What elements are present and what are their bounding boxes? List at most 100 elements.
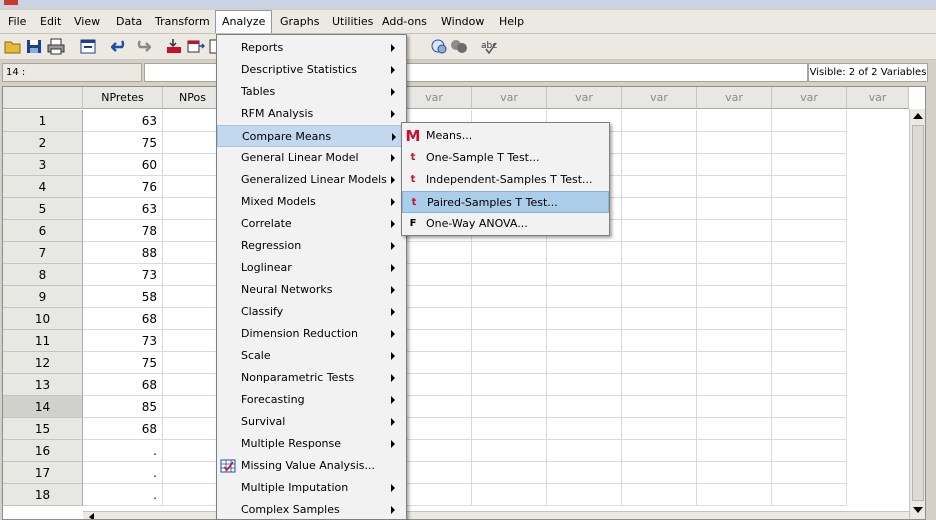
row-header[interactable]: 15 bbox=[3, 418, 83, 440]
column-header[interactable]: var bbox=[772, 87, 847, 109]
menu-item-generalized-linear-models[interactable]: Generalized Linear Models bbox=[217, 169, 406, 191]
table-cell[interactable] bbox=[622, 352, 697, 374]
table-cell[interactable]: 85 bbox=[83, 396, 163, 418]
table-cell[interactable]: 63 bbox=[83, 110, 163, 132]
table-cell[interactable] bbox=[397, 418, 472, 440]
table-cell[interactable] bbox=[697, 286, 772, 308]
save-icon[interactable] bbox=[25, 38, 43, 55]
table-cell[interactable]: 73 bbox=[83, 264, 163, 286]
table-cell[interactable] bbox=[622, 462, 697, 484]
table-cell[interactable]: 60 bbox=[83, 154, 163, 176]
menu-window[interactable]: Window bbox=[435, 10, 490, 33]
table-cell[interactable] bbox=[622, 198, 697, 220]
table-cell[interactable] bbox=[472, 374, 547, 396]
table-cell[interactable] bbox=[697, 110, 772, 132]
menu-item-dimension-reduction[interactable]: Dimension Reduction bbox=[217, 323, 406, 345]
table-cell[interactable] bbox=[397, 374, 472, 396]
table-cell[interactable] bbox=[697, 484, 772, 506]
table-cell[interactable] bbox=[622, 132, 697, 154]
table-cell[interactable] bbox=[697, 220, 772, 242]
scroll-left-icon[interactable] bbox=[89, 513, 94, 519]
menu-utilities[interactable]: Utilities bbox=[326, 10, 379, 33]
menu-item-general-linear-model[interactable]: General Linear Model bbox=[217, 147, 406, 169]
table-cell[interactable] bbox=[472, 242, 547, 264]
row-header[interactable]: 8 bbox=[3, 264, 83, 286]
row-header[interactable]: 13 bbox=[3, 374, 83, 396]
scroll-up-icon[interactable] bbox=[913, 113, 923, 119]
use-sets-icon[interactable] bbox=[450, 38, 468, 55]
table-cell[interactable]: . bbox=[83, 462, 163, 484]
undo-icon[interactable] bbox=[111, 38, 129, 55]
menu-item-multiple-imputation[interactable]: Multiple Imputation bbox=[217, 477, 406, 499]
table-cell[interactable]: 73 bbox=[83, 330, 163, 352]
table-cell[interactable] bbox=[472, 308, 547, 330]
table-cell[interactable] bbox=[397, 242, 472, 264]
table-cell[interactable] bbox=[472, 418, 547, 440]
table-cell[interactable]: 88 bbox=[83, 242, 163, 264]
menu-transform[interactable]: Transform bbox=[149, 10, 216, 33]
table-cell[interactable] bbox=[547, 462, 622, 484]
table-cell[interactable] bbox=[472, 352, 547, 374]
table-cell[interactable] bbox=[547, 308, 622, 330]
table-cell[interactable] bbox=[772, 110, 847, 132]
table-cell[interactable] bbox=[772, 374, 847, 396]
column-header[interactable]: var bbox=[397, 87, 472, 109]
table-cell[interactable] bbox=[472, 396, 547, 418]
submenu-item-paired-samples-t-test[interactable]: t Paired-Samples T Test... bbox=[402, 191, 609, 213]
table-cell[interactable] bbox=[397, 330, 472, 352]
table-cell[interactable] bbox=[622, 418, 697, 440]
menu-item-descriptive-statistics[interactable]: Descriptive Statistics bbox=[217, 59, 406, 81]
dialog-recall-icon[interactable] bbox=[79, 38, 97, 55]
table-cell[interactable] bbox=[622, 264, 697, 286]
table-cell[interactable] bbox=[397, 440, 472, 462]
table-cell[interactable] bbox=[547, 484, 622, 506]
menu-edit[interactable]: Edit bbox=[34, 10, 67, 33]
table-cell[interactable] bbox=[697, 308, 772, 330]
table-cell[interactable] bbox=[772, 176, 847, 198]
row-header[interactable]: 5 bbox=[3, 198, 83, 220]
menu-item-scale[interactable]: Scale bbox=[217, 345, 406, 367]
column-header[interactable]: NPretes bbox=[83, 87, 163, 109]
table-cell[interactable] bbox=[772, 242, 847, 264]
row-header[interactable]: 9 bbox=[3, 286, 83, 308]
menu-data[interactable]: Data bbox=[110, 10, 148, 33]
table-cell[interactable] bbox=[772, 132, 847, 154]
table-cell[interactable] bbox=[772, 440, 847, 462]
scroll-thumb[interactable] bbox=[912, 125, 924, 501]
table-cell[interactable] bbox=[397, 352, 472, 374]
table-cell[interactable] bbox=[772, 264, 847, 286]
row-header[interactable]: 12 bbox=[3, 352, 83, 374]
table-cell[interactable]: 63 bbox=[83, 198, 163, 220]
row-header[interactable]: 14 bbox=[3, 396, 83, 418]
table-cell[interactable] bbox=[397, 462, 472, 484]
table-cell[interactable] bbox=[547, 418, 622, 440]
column-header[interactable]: var bbox=[697, 87, 772, 109]
column-header[interactable]: var bbox=[622, 87, 697, 109]
table-cell[interactable] bbox=[397, 264, 472, 286]
table-cell[interactable] bbox=[622, 176, 697, 198]
table-cell[interactable] bbox=[697, 396, 772, 418]
menu-item-neural-networks[interactable]: Neural Networks bbox=[217, 279, 406, 301]
table-cell[interactable] bbox=[697, 132, 772, 154]
table-cell[interactable] bbox=[622, 110, 697, 132]
menu-item-compare-means[interactable]: Compare Means bbox=[217, 125, 406, 147]
table-cell[interactable] bbox=[622, 308, 697, 330]
table-cell[interactable] bbox=[772, 462, 847, 484]
table-cell[interactable] bbox=[472, 264, 547, 286]
menu-add-ons[interactable]: Add-ons bbox=[376, 10, 433, 33]
table-cell[interactable] bbox=[772, 308, 847, 330]
table-cell[interactable] bbox=[697, 176, 772, 198]
table-cell[interactable]: 76 bbox=[83, 176, 163, 198]
table-cell[interactable] bbox=[772, 330, 847, 352]
horizontal-scrollbar[interactable] bbox=[83, 511, 909, 519]
table-cell[interactable] bbox=[622, 484, 697, 506]
table-cell[interactable] bbox=[772, 198, 847, 220]
submenu-item-one-sample-t-test[interactable]: t One-Sample T Test... bbox=[402, 147, 609, 169]
submenu-item-means[interactable]: M Means... bbox=[402, 125, 609, 147]
table-cell[interactable] bbox=[772, 484, 847, 506]
menu-item-loglinear[interactable]: Loglinear bbox=[217, 257, 406, 279]
table-cell[interactable]: 75 bbox=[83, 132, 163, 154]
table-cell[interactable] bbox=[472, 286, 547, 308]
table-cell[interactable] bbox=[697, 440, 772, 462]
menu-item-survival[interactable]: Survival bbox=[217, 411, 406, 433]
